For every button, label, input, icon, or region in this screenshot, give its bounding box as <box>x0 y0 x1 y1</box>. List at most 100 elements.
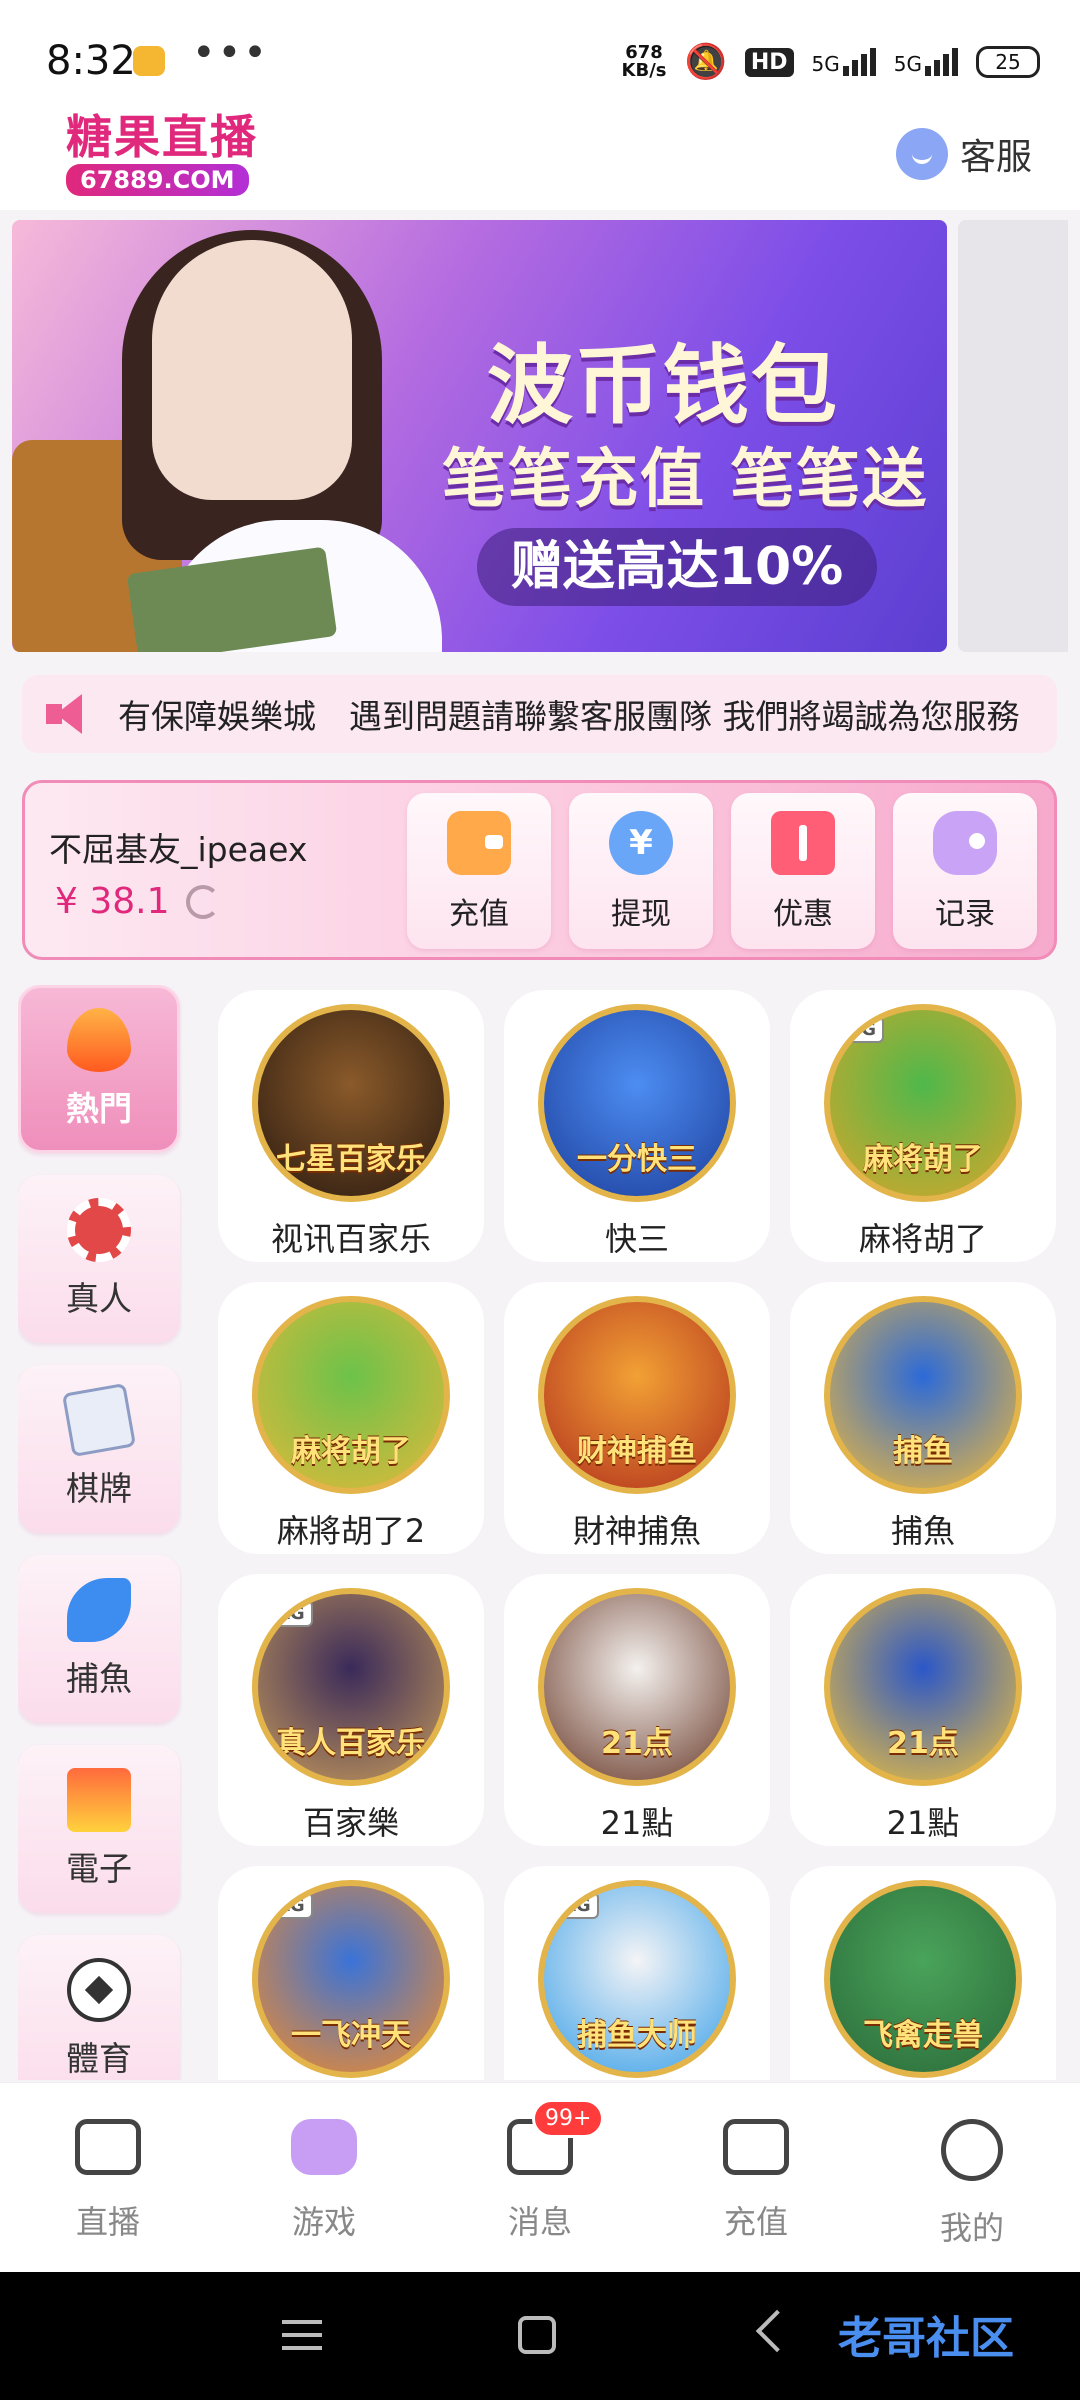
game-grid: 七星百家乐 视讯百家乐 一分快三 快三 PG 麻将胡了 麻将胡了 麻将胡了 麻將胡了2 财神捕鱼財… <box>218 990 1058 2080</box>
banner-subtitle: 笔笔充值 笔笔送 <box>442 443 929 517</box>
category-hot[interactable]: 熱門 <box>18 985 180 1153</box>
provider-tag: AG <box>268 1892 313 1919</box>
account-card: 不屈基友_ipeaex ¥ 38.1 充值 ¥ 提现 优惠 记录 <box>22 780 1057 960</box>
game-card[interactable]: 21点 21點 <box>504 1574 770 1846</box>
category-sports[interactable]: 體育 <box>18 1935 180 2080</box>
app-header: 糖果直播 67889.COM 客服 <box>0 110 1080 210</box>
tab-deposit[interactable]: 充值 <box>648 2083 864 2272</box>
category-label: 體育 <box>66 2039 132 2078</box>
category-label: 熱門 <box>66 1089 132 1128</box>
signal-1-label: 5G <box>811 52 840 76</box>
signal-2-label: 5G <box>893 52 922 76</box>
wallet-icon <box>447 811 511 875</box>
category-fishing[interactable]: 捕魚 <box>18 1555 180 1723</box>
announcement-marquee[interactable]: 有保障娛樂城 遇到問題請聯繫客服團隊 我們將竭誠為您服務 <box>22 675 1057 753</box>
category-cards[interactable]: 棋牌 <box>18 1365 180 1533</box>
network-speed: 678 KB/s <box>622 44 667 80</box>
game-art-caption: 捕鱼大师 <box>577 2018 697 2053</box>
game-thumbnail: 一分快三 <box>538 1004 736 1202</box>
face-icon <box>941 2119 1003 2181</box>
records-button[interactable]: 记录 <box>893 793 1037 949</box>
game-card[interactable]: 21点 21點 <box>790 1574 1056 1846</box>
system-navigation-bar: 老哥社区 <box>0 2272 1080 2400</box>
game-art-caption: 捕鱼 <box>893 1434 953 1469</box>
withdraw-button[interactable]: ¥ 提现 <box>569 793 713 949</box>
signal-1-icon: 5G <box>812 48 876 76</box>
home-icon[interactable] <box>518 2316 556 2354</box>
game-card[interactable]: AG 一飞冲天 <box>218 1866 484 2080</box>
banner-title: 波币钱包 <box>487 336 839 436</box>
tab-label: 直播 <box>75 2203 140 2241</box>
battery-icon: 25 <box>976 46 1040 78</box>
balance: ¥ 38.1 <box>55 881 220 922</box>
fire-icon <box>67 1008 131 1072</box>
category-label: 電子 <box>66 1849 132 1888</box>
game-card[interactable]: 麻将胡了 麻將胡了2 <box>218 1282 484 1554</box>
yen-icon: ¥ <box>609 811 673 875</box>
username: 不屈基友_ipeaex <box>49 830 308 869</box>
deposit-button[interactable]: 充值 <box>407 793 551 949</box>
game-thumbnail: 21点 <box>824 1588 1022 1786</box>
game-card[interactable]: PG 麻将胡了麻将胡了 <box>790 990 1056 1262</box>
game-name: 21點 <box>600 1804 674 1842</box>
provider-tag: AG <box>554 1892 599 1919</box>
status-bar: 8:32 ••• 678 KB/s 🔕 HD 5G 5G 25 <box>0 0 1080 110</box>
game-card[interactable]: 财神捕鱼 財神捕魚 <box>504 1282 770 1554</box>
promotions-button[interactable]: 优惠 <box>731 793 875 949</box>
game-thumbnail: AG 一飞冲天 <box>252 1880 450 2078</box>
game-name: 麻將胡了2 <box>276 1512 426 1550</box>
game-thumbnail: 飞禽走兽 <box>824 1880 1022 2078</box>
category-label: 捕魚 <box>66 1659 132 1698</box>
game-art-caption: 21点 <box>601 1726 673 1761</box>
status-icons: 678 KB/s 🔕 HD 5G 5G 25 <box>622 42 1040 82</box>
banner-bonus-pill: 赠送高达10% <box>477 528 877 606</box>
tab-label: 充值 <box>723 2203 788 2241</box>
game-thumbnail: PG 麻将胡了 <box>824 1004 1022 1202</box>
ticket-icon <box>771 811 835 875</box>
game-thumbnail: 捕鱼 <box>824 1296 1022 1494</box>
back-icon[interactable] <box>755 2309 799 2353</box>
video-camera-icon <box>75 2119 141 2175</box>
wallet-icon <box>723 2119 789 2175</box>
recent-apps-icon[interactable] <box>282 2320 322 2350</box>
tab-profile[interactable]: 我的 <box>864 2083 1080 2272</box>
game-card[interactable]: AG 捕鱼大师 <box>504 1866 770 2080</box>
game-name: 21點 <box>886 1804 960 1842</box>
game-card[interactable]: AG 真人百家乐 百家樂 <box>218 1574 484 1846</box>
category-live[interactable]: 真人 <box>18 1175 180 1343</box>
game-card[interactable]: 捕鱼 捕魚 <box>790 1282 1056 1554</box>
tab-label: 消息 <box>507 2203 572 2241</box>
unread-badge: 99+ <box>532 2099 605 2138</box>
game-name: 麻将胡了 <box>858 1220 987 1258</box>
balance-amount: ¥ 38.1 <box>55 881 170 922</box>
records-label: 记录 <box>935 897 995 932</box>
account-actions: 充值 ¥ 提现 优惠 记录 <box>407 793 1037 949</box>
game-art-caption: 真人百家乐 <box>276 1726 426 1761</box>
promo-banner[interactable]: 波币钱包 笔笔充值 笔笔送 赠送高达10% <box>12 220 947 652</box>
refresh-icon[interactable] <box>185 884 220 919</box>
game-thumbnail: 七星百家乐 <box>252 1004 450 1202</box>
game-card[interactable]: 一分快三 快三 <box>504 990 770 1262</box>
game-card[interactable]: 七星百家乐 视讯百家乐 <box>218 990 484 1262</box>
network-speed-unit: KB/s <box>621 60 667 81</box>
category-slots[interactable]: 電子 <box>18 1745 180 1913</box>
game-name: 快三 <box>604 1220 669 1258</box>
next-banner-peek[interactable] <box>958 220 1068 652</box>
game-card[interactable]: 飞禽走兽 <box>790 1866 1056 2080</box>
slot-777-icon <box>67 1768 131 1832</box>
game-art-caption: 飞禽走兽 <box>863 2018 983 2053</box>
promotions-label: 优惠 <box>773 897 833 932</box>
game-thumbnail: AG 真人百家乐 <box>252 1588 450 1786</box>
tab-games[interactable]: 游戏 <box>216 2083 432 2272</box>
game-thumbnail: 21点 <box>538 1588 736 1786</box>
headset-icon <box>895 128 948 180</box>
tab-live[interactable]: 直播 <box>0 2083 216 2272</box>
mute-bell-icon: 🔕 <box>684 42 727 82</box>
category-label: 真人 <box>66 1279 132 1318</box>
chip-icon <box>67 1198 131 1262</box>
game-art-caption: 七星百家乐 <box>276 1142 426 1177</box>
provider-tag: AG <box>268 1600 313 1627</box>
logo-domain: 67889.COM <box>66 164 249 196</box>
customer-service-button[interactable]: 客服 <box>895 128 1032 180</box>
category-sidebar: 熱門 真人 棋牌 捕魚 電子 體育 <box>18 985 182 2080</box>
